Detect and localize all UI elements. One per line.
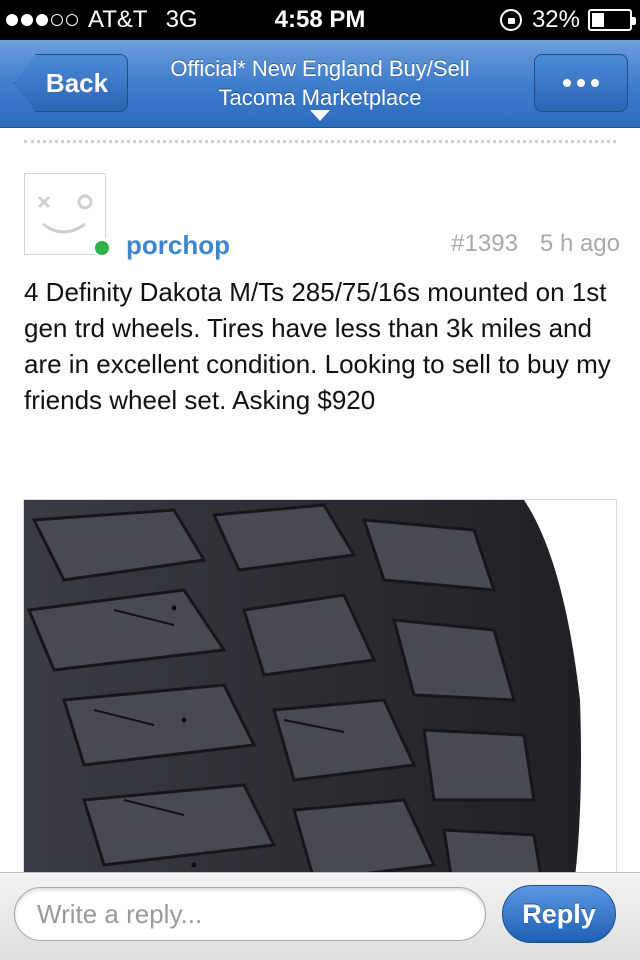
ellipsis-icon bbox=[563, 79, 571, 87]
page-title[interactable]: Official* New England Buy/Sell Tacoma Ma… bbox=[140, 54, 500, 112]
page-title-line2: Tacoma Marketplace bbox=[218, 85, 422, 110]
dotted-divider bbox=[24, 140, 616, 143]
status-right: 32% bbox=[499, 6, 636, 34]
dropdown-caret-icon[interactable] bbox=[310, 110, 330, 121]
battery-fill bbox=[592, 13, 604, 27]
reply-button[interactable]: Reply bbox=[502, 885, 616, 943]
navigation-bar: Back Official* New England Buy/Sell Taco… bbox=[0, 40, 640, 128]
battery-percent: 32% bbox=[531, 6, 580, 33]
more-options-button[interactable] bbox=[534, 54, 628, 112]
post-timestamp: 5 h ago bbox=[539, 230, 620, 257]
status-bar: AT&T 3G 4:58 PM 32% bbox=[0, 0, 640, 40]
reply-input[interactable] bbox=[14, 887, 486, 941]
online-status-dot bbox=[92, 238, 112, 258]
ellipsis-icon bbox=[591, 79, 599, 87]
back-button[interactable]: Back bbox=[14, 54, 128, 112]
post-body: 4 Definity Dakota M/Ts 285/75/16s mounte… bbox=[24, 277, 611, 415]
post-number: #1393 bbox=[451, 230, 518, 257]
back-button-label: Back bbox=[45, 67, 109, 98]
page-title-line1: Official* New England Buy/Sell bbox=[170, 56, 470, 81]
post-author[interactable]: porchop bbox=[126, 230, 230, 261]
post-photo[interactable] bbox=[23, 499, 617, 899]
reply-bar: Reply bbox=[0, 872, 640, 960]
battery-icon bbox=[588, 9, 636, 31]
rotation-lock-icon bbox=[499, 9, 522, 31]
ellipsis-icon bbox=[577, 79, 585, 87]
tire-tread-photo bbox=[24, 500, 616, 898]
post-meta: #1393 5 h ago bbox=[451, 230, 620, 258]
